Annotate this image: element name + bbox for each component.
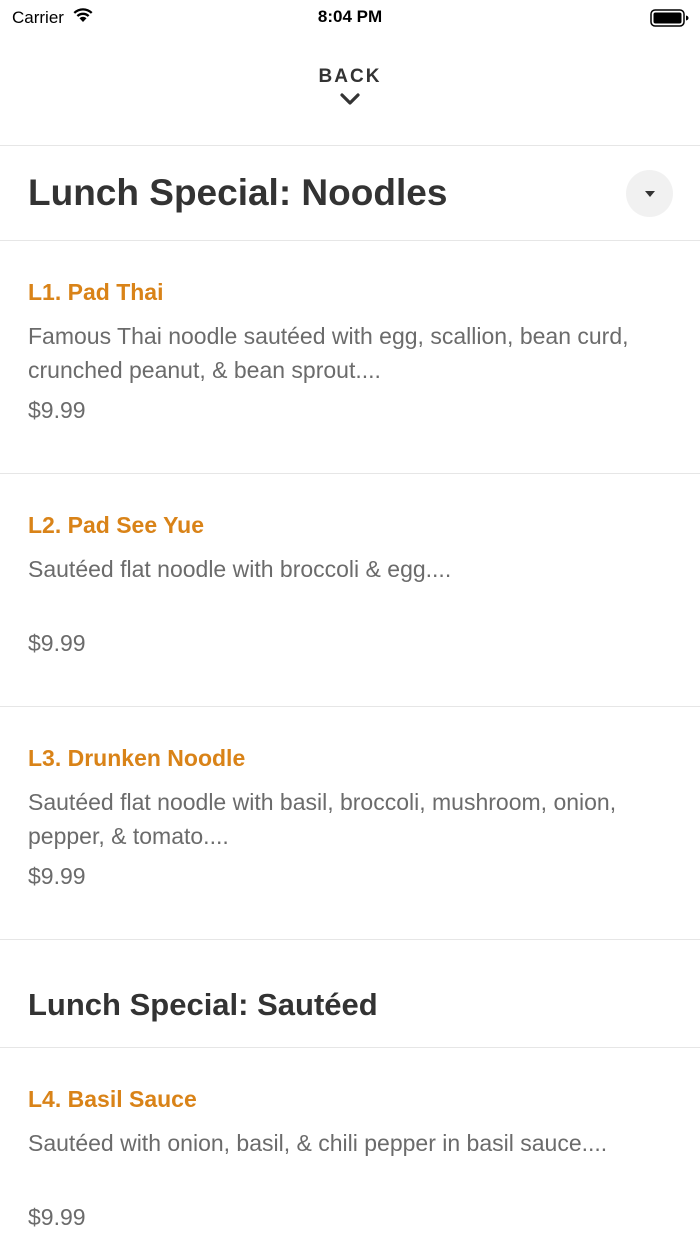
item-name: L1. Pad Thai xyxy=(28,279,164,305)
item-price: $9.99 xyxy=(28,863,86,889)
status-time: 8:04 PM xyxy=(317,7,383,26)
back-label: BACK xyxy=(318,66,382,87)
item-description: Famous Thai noodle sautéed with egg, sca… xyxy=(28,323,629,383)
section-toggle-button[interactable] xyxy=(626,170,673,217)
menu-item[interactable]: L3. Drunken Noodle Sautéed flat noodle w… xyxy=(0,707,700,940)
item-name: L3. Drunken Noodle xyxy=(28,745,246,771)
menu-item[interactable]: L2. Pad See Yue Sautéed flat noodle with… xyxy=(0,474,700,707)
item-price: $9.99 xyxy=(28,630,86,656)
item-description: Sautéed flat noodle with broccoli & egg.… xyxy=(28,556,452,582)
item-name: L4. Basil Sauce xyxy=(28,1086,197,1112)
chevron-down-icon xyxy=(339,92,361,111)
menu-item[interactable]: L4. Basil Sauce Sautéed with onion, basi… xyxy=(0,1048,700,1244)
caret-down-icon xyxy=(644,185,656,203)
section-title: Lunch Special: Noodles xyxy=(28,172,448,213)
item-description: Sautéed flat noodle with basil, broccoli… xyxy=(28,789,617,849)
item-name: L2. Pad See Yue xyxy=(28,512,205,538)
battery-icon xyxy=(650,8,690,33)
menu-item[interactable]: L1. Pad Thai Famous Thai noodle sautéed … xyxy=(0,241,700,474)
item-price: $9.99 xyxy=(28,397,86,423)
item-description: Sautéed with onion, basil, & chili peppe… xyxy=(28,1130,608,1156)
section-header-noodles: Lunch Special: Noodles xyxy=(0,146,700,241)
status-bar: Carrier 8:04 PM xyxy=(0,0,700,40)
item-price: $9.99 xyxy=(28,1204,86,1230)
section-header-sauteed: Lunch Special: Sautéed xyxy=(0,940,700,1048)
section-title: Lunch Special: Sautéed xyxy=(28,986,378,1022)
back-button[interactable]: BACK xyxy=(0,40,700,146)
